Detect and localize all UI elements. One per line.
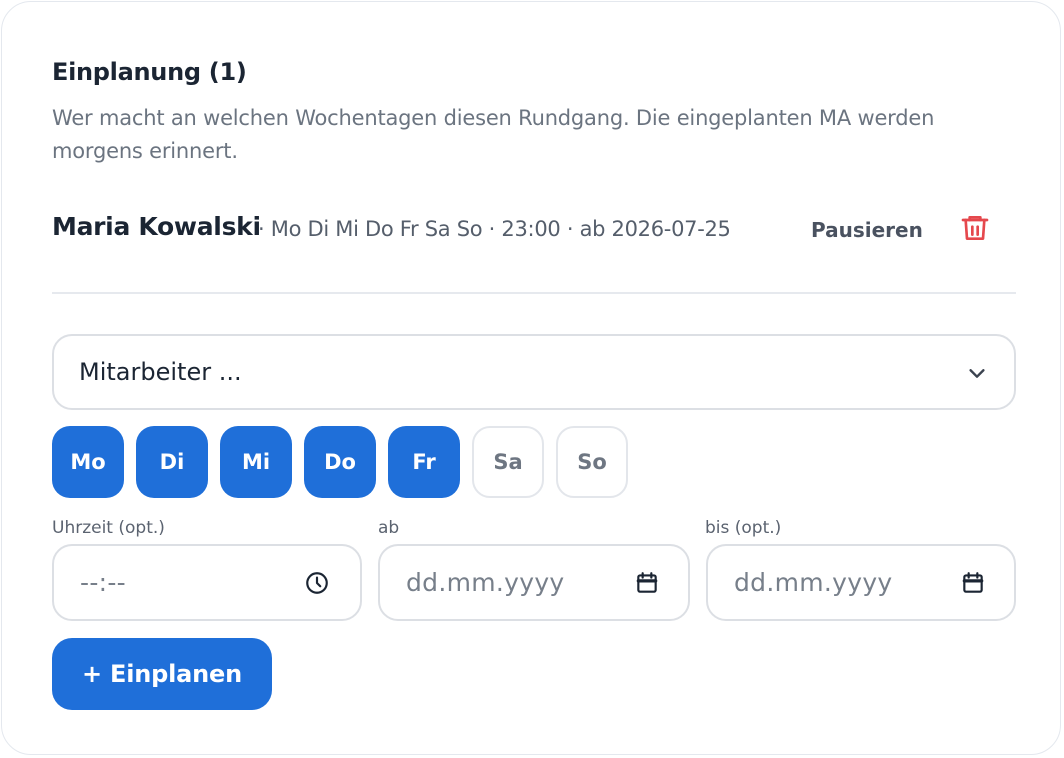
- trash-icon: [961, 216, 989, 240]
- day-toggle-fr[interactable]: Fr: [388, 426, 460, 498]
- day-toggle-di[interactable]: Di: [136, 426, 208, 498]
- assignment-employee-name: Maria Kowalski: [52, 212, 261, 241]
- divider: [52, 292, 1016, 294]
- employee-select-value: Mitarbeiter ...: [79, 358, 242, 386]
- section-title: Einplanung (1): [52, 58, 247, 86]
- chevron-down-icon: [969, 369, 985, 378]
- assignment-row: Maria Kowalski · Mo Di Mi Do Fr Sa So · …: [52, 208, 1016, 252]
- until-date-placeholder: dd.mm.yyyy: [734, 568, 893, 597]
- day-toggle-mo[interactable]: Mo: [52, 426, 124, 498]
- section-description: Wer macht an welchen Wochentagen diesen …: [52, 106, 935, 163]
- time-input[interactable]: --:--: [52, 544, 362, 621]
- day-toggle-mi[interactable]: Mi: [220, 426, 292, 498]
- employee-select[interactable]: Mitarbeiter ...: [52, 334, 1016, 410]
- until-date-label: bis (opt.): [705, 518, 782, 538]
- from-date-label: ab: [378, 518, 400, 538]
- time-input-placeholder: --:--: [80, 568, 127, 597]
- from-date-placeholder: dd.mm.yyyy: [406, 568, 565, 597]
- add-schedule-button[interactable]: + Einplanen: [52, 638, 272, 710]
- assignment-details: · Mo Di Mi Do Fr Sa So · 23:00 · ab 2026…: [258, 217, 731, 241]
- until-date-input[interactable]: dd.mm.yyyy: [706, 544, 1016, 621]
- delete-assignment-button[interactable]: [959, 212, 991, 244]
- pause-button[interactable]: Pausieren: [811, 218, 923, 242]
- calendar-icon[interactable]: [634, 570, 660, 596]
- planning-card: Einplanung (1) Wer macht an welchen Woch…: [1, 1, 1061, 755]
- day-toggle-so[interactable]: So: [556, 426, 628, 498]
- calendar-icon[interactable]: [960, 570, 986, 596]
- from-date-input[interactable]: dd.mm.yyyy: [378, 544, 690, 621]
- clock-icon[interactable]: [304, 570, 330, 596]
- day-toggle-sa[interactable]: Sa: [472, 426, 544, 498]
- day-toggle-do[interactable]: Do: [304, 426, 376, 498]
- time-label: Uhrzeit (opt.): [52, 518, 165, 538]
